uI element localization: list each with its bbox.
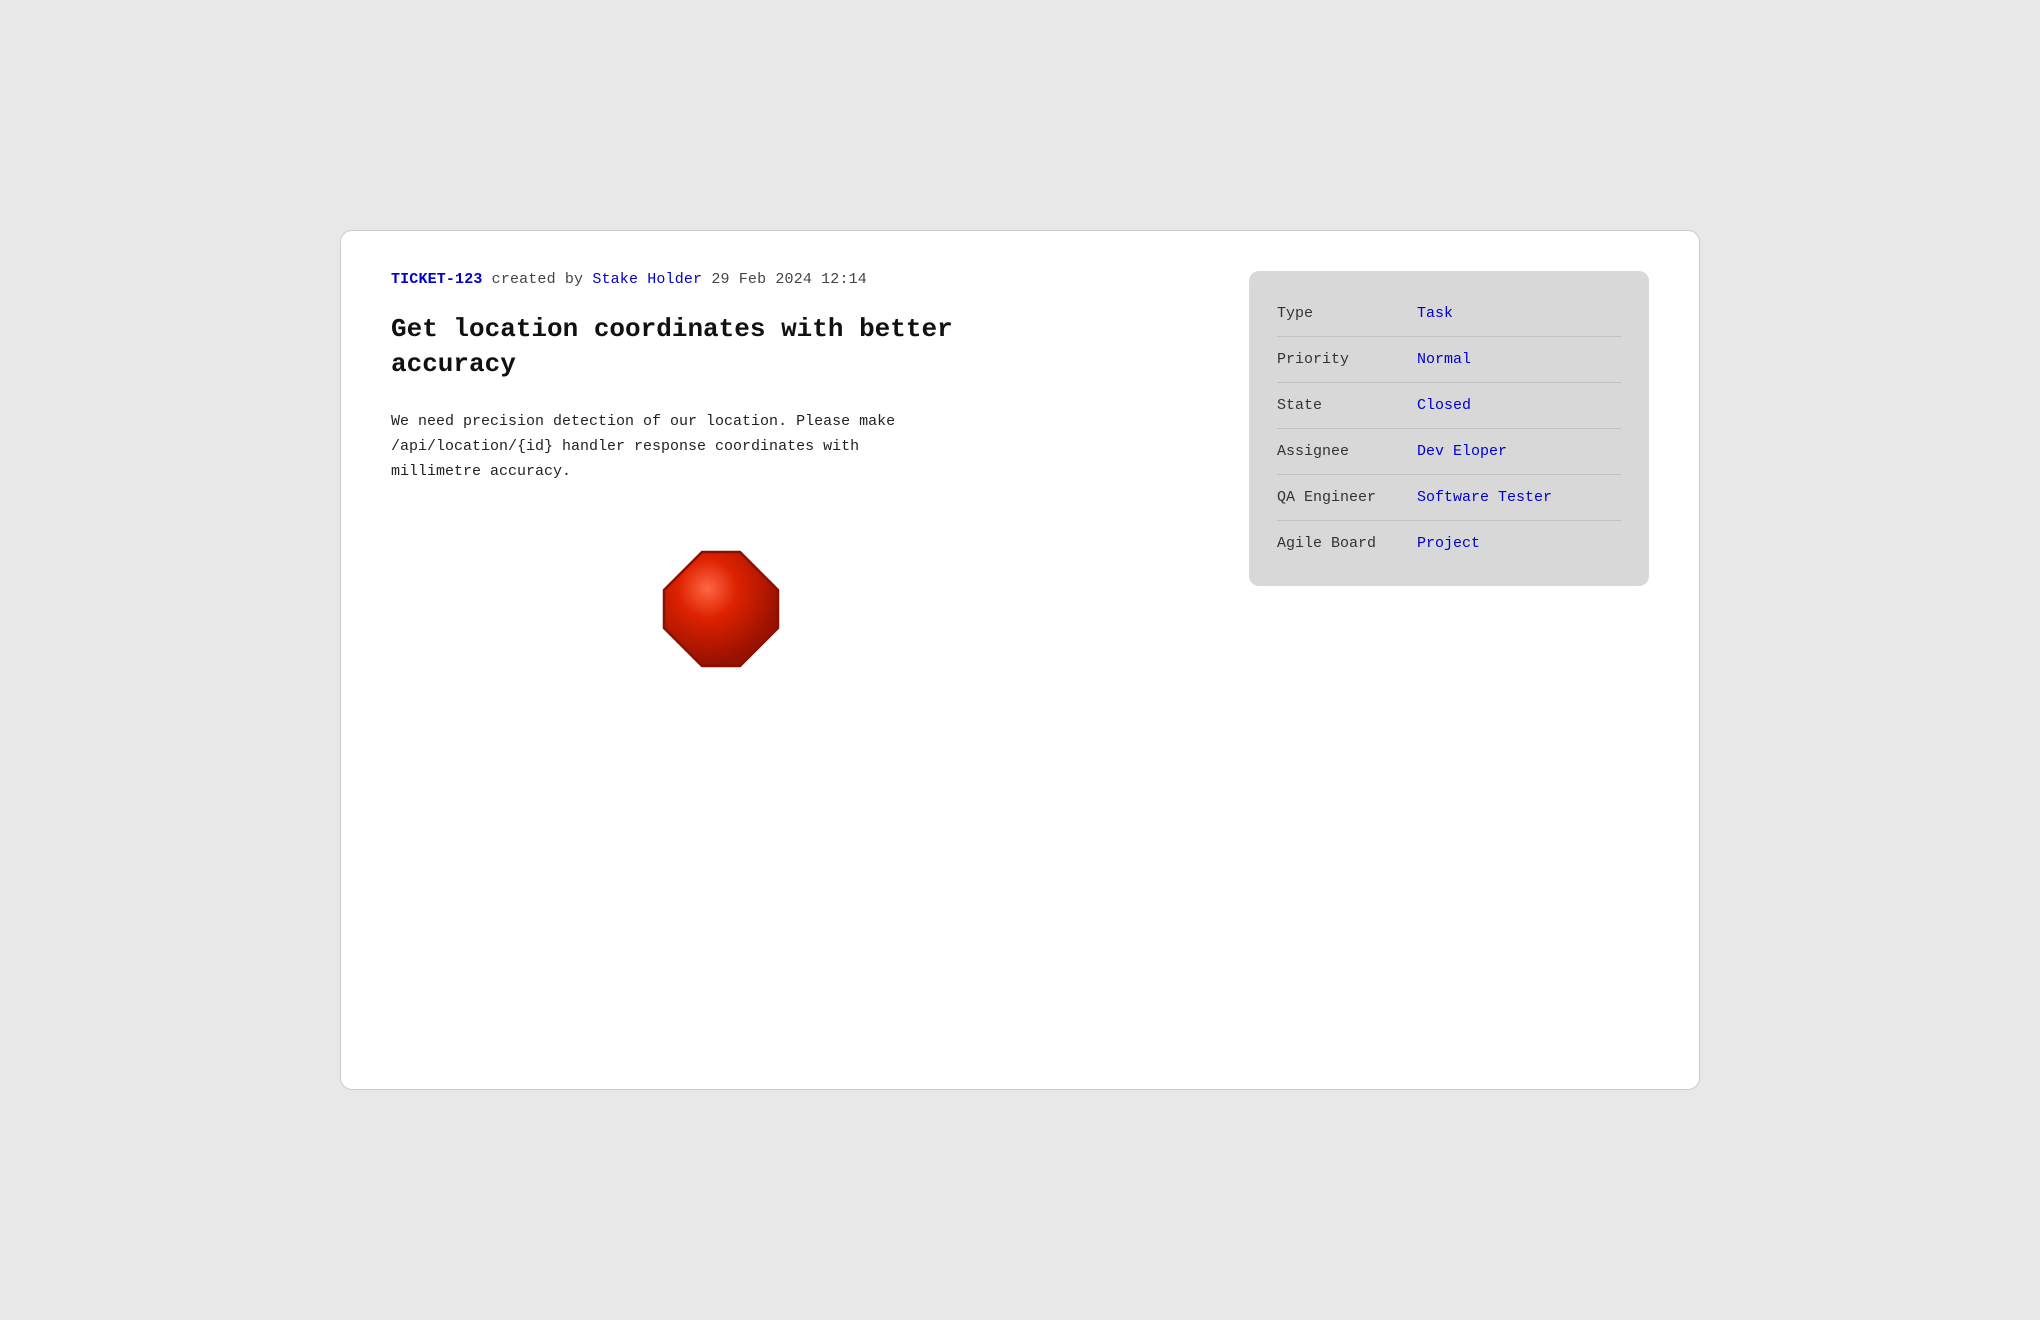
stop-sign-icon	[656, 544, 786, 674]
ticket-header: TICKET-123 created by Stake Holder 29 Fe…	[391, 271, 1209, 288]
value-state[interactable]: Closed	[1417, 397, 1471, 414]
label-type: Type	[1277, 305, 1417, 322]
page-container: TICKET-123 created by Stake Holder 29 Fe…	[340, 230, 1700, 1090]
info-row-type: Type Task	[1277, 291, 1621, 337]
info-row-priority: Priority Normal	[1277, 337, 1621, 383]
value-type[interactable]: Task	[1417, 305, 1453, 322]
ticket-id[interactable]: TICKET-123	[391, 271, 483, 288]
label-agile-board: Agile Board	[1277, 535, 1417, 552]
ticket-title: Get location coordinates with better acc…	[391, 312, 1071, 382]
label-priority: Priority	[1277, 351, 1417, 368]
label-state: State	[1277, 397, 1417, 414]
value-agile-board[interactable]: Project	[1417, 535, 1480, 552]
value-qa-engineer[interactable]: Software Tester	[1417, 489, 1552, 506]
stop-sign-container	[391, 544, 1051, 674]
created-by-text: created by	[492, 271, 584, 288]
ticket-author[interactable]: Stake Holder	[592, 271, 711, 288]
label-qa-engineer: QA Engineer	[1277, 489, 1417, 506]
main-content: TICKET-123 created by Stake Holder 29 Fe…	[391, 271, 1209, 1049]
ticket-date: 29 Feb 2024 12:14	[711, 271, 867, 288]
label-assignee: Assignee	[1277, 443, 1417, 460]
info-row-assignee: Assignee Dev Eloper	[1277, 429, 1621, 475]
info-row-qa-engineer: QA Engineer Software Tester	[1277, 475, 1621, 521]
sidebar: Type Task Priority Normal State Closed A…	[1249, 271, 1649, 1049]
value-priority[interactable]: Normal	[1417, 351, 1471, 368]
info-row-agile-board: Agile Board Project	[1277, 521, 1621, 566]
info-row-state: State Closed	[1277, 383, 1621, 429]
ticket-description: We need precision detection of our locat…	[391, 410, 1051, 484]
value-assignee[interactable]: Dev Eloper	[1417, 443, 1507, 460]
info-card: Type Task Priority Normal State Closed A…	[1249, 271, 1649, 586]
